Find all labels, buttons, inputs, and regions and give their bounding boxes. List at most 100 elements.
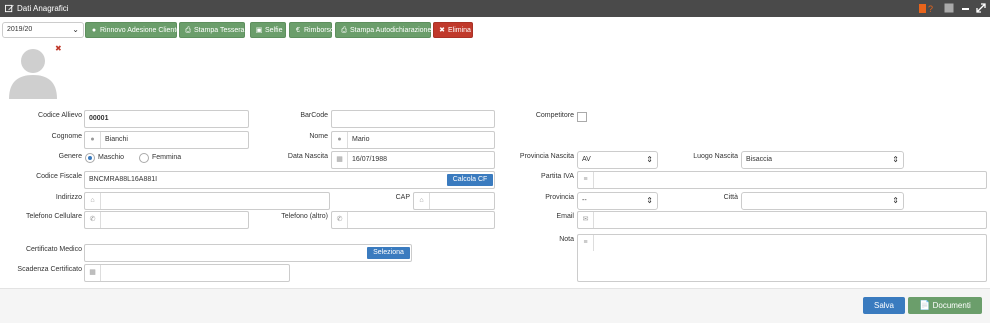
telefono-altro-label: Telefono (altro) [281, 213, 328, 220]
email-label: Email [556, 213, 574, 220]
genere-femmina-radio[interactable] [139, 153, 149, 163]
codice-fiscale-label: Codice Fiscale [36, 173, 82, 180]
data-nascita-label: Data Nascita [287, 153, 328, 160]
barcode-label: BarCode [300, 112, 328, 119]
book-help-icon[interactable]: ? [919, 3, 935, 14]
updown-icon: ⇕ [892, 196, 899, 205]
phone-icon: ✆ [85, 212, 101, 228]
partita-iva-input[interactable]: ≡ [577, 171, 987, 189]
cap-input[interactable]: ⌂ [413, 192, 495, 210]
luogo-nascita-value: Bisaccia [746, 156, 773, 163]
indirizzo-input[interactable]: ⌂ [84, 192, 330, 210]
document-icon: 📄 [919, 300, 931, 310]
print-icon: ⎙ [341, 27, 347, 34]
envelope-icon: ✉ [578, 212, 594, 228]
user-icon: ● [91, 27, 97, 34]
x-icon: ✖ [439, 27, 445, 34]
genere-label: Genere [58, 153, 82, 160]
remove-photo-icon[interactable]: ✖ [55, 44, 62, 53]
documenti-label: Documenti [932, 301, 971, 310]
cognome-label: Cognome [51, 133, 82, 140]
codice-allievo-input[interactable]: 00001 [84, 110, 249, 128]
rimborso-button[interactable]: € Rimborso [289, 22, 334, 38]
genere-femmina-label: Femmina [152, 154, 182, 161]
nome-label: Nome [309, 133, 328, 140]
edit-icon [5, 4, 14, 13]
documenti-button[interactable]: 📄 Documenti [908, 297, 982, 314]
stampa-tessera-button[interactable]: ⎙ Stampa Tessera [179, 22, 245, 38]
footer-bar [0, 288, 990, 323]
selfie-label: Selfie [265, 27, 283, 34]
list-icon: ≡ [578, 172, 594, 188]
data-nascita-input[interactable]: ▦ 16/07/1988 [331, 151, 495, 169]
provincia-nascita-value: AV [582, 156, 591, 163]
nota-label: Nota [559, 236, 574, 243]
genere-maschio-label: Maschio [98, 154, 125, 161]
provincia-nascita-select[interactable]: AV ⇕ [577, 151, 658, 169]
telefono-cellulare-input[interactable]: ✆ [84, 211, 249, 229]
email-input[interactable]: ✉ [577, 211, 987, 229]
euro-icon: € [296, 27, 300, 34]
certificato-medico-input[interactable] [84, 244, 412, 262]
telefono-altro-input[interactable]: ✆ [331, 211, 495, 229]
competitore-label: Competitore [535, 112, 574, 119]
partita-iva-label: Partita IVA [541, 173, 574, 180]
scadenza-certificato-input[interactable]: ▦ [84, 264, 290, 282]
certificato-medico-label: Certificato Medico [25, 246, 82, 253]
save-button[interactable]: Salva [863, 297, 905, 314]
square-icon[interactable] [944, 3, 954, 14]
seleziona-button[interactable]: Seleziona [367, 247, 410, 259]
codice-allievo-value: 00001 [89, 115, 109, 122]
stampa-tessera-label: Stampa Tessera [194, 27, 245, 34]
stampa-autodichiarazione-label: Stampa Autodichiarazione [350, 27, 432, 34]
rinnovo-adesione-button[interactable]: ● Rinnovo Adesione Cliente [85, 22, 181, 38]
provincia-value: -- [582, 197, 587, 204]
calendar-icon: ▦ [332, 152, 348, 168]
season-select-value: 2019/20 [7, 26, 33, 33]
luogo-nascita-select[interactable]: Bisaccia ⇕ [741, 151, 904, 169]
selfie-button[interactable]: ▣ Selfie [250, 22, 286, 38]
rimborso-label: Rimborso [304, 27, 334, 34]
codice-allievo-label: Codice Allievo [38, 112, 82, 119]
luogo-nascita-label: Luogo Nascita [693, 153, 738, 160]
home-icon: ⌂ [85, 193, 101, 209]
indirizzo-label: Indirizzo [55, 194, 82, 201]
codice-fiscale-value: BNCMRA88L16A881I [89, 176, 158, 183]
scadenza-certificato-label: Scadenza Certificato [17, 266, 82, 273]
codice-fiscale-input[interactable]: BNCMRA88L16A881I [84, 171, 495, 189]
updown-icon: ⇕ [646, 196, 653, 205]
list-icon: ≡ [578, 235, 594, 251]
elimina-button[interactable]: ✖ Elimina [433, 22, 473, 38]
stampa-autodichiarazione-button[interactable]: ⎙ Stampa Autodichiarazione [335, 22, 431, 38]
genere-maschio-radio[interactable] [85, 153, 95, 163]
chevron-down-icon: ⌄ [72, 25, 79, 34]
print-icon: ⎙ [185, 27, 191, 34]
window-titlebar: Dati Anagrafici ? [0, 0, 990, 17]
nota-textarea[interactable]: ≡ [577, 234, 987, 282]
updown-icon: ⇕ [646, 155, 653, 164]
phone-icon: ✆ [332, 212, 348, 228]
cap-label: CAP [395, 194, 410, 201]
citta-select[interactable]: ⇕ [741, 192, 904, 210]
calendar-icon: ▦ [85, 265, 101, 281]
nome-input[interactable]: ● Mario [331, 131, 495, 149]
provincia-label: Provincia [545, 194, 574, 201]
camera-icon: ▣ [255, 27, 263, 34]
provincia-nascita-label: Provincia Nascita [519, 153, 574, 160]
cognome-value: Bianchi [105, 136, 128, 143]
minimize-icon[interactable] [961, 3, 970, 14]
competitore-checkbox[interactable] [577, 112, 587, 122]
home-icon: ⌂ [414, 193, 430, 209]
provincia-select[interactable]: -- ⇕ [577, 192, 658, 210]
rinnovo-adesione-label: Rinnovo Adesione Cliente [100, 27, 181, 34]
expand-icon[interactable] [976, 3, 986, 14]
season-select[interactable]: 2019/20 ⌄ [2, 22, 84, 38]
avatar[interactable] [5, 43, 61, 99]
elimina-label: Elimina [448, 27, 471, 34]
barcode-input[interactable] [331, 110, 495, 128]
window-title: Dati Anagrafici [17, 4, 69, 13]
calcola-cf-button[interactable]: Calcola CF [447, 174, 493, 186]
user-icon: ● [332, 132, 348, 148]
svg-text:?: ? [928, 4, 933, 14]
cognome-input[interactable]: ● Bianchi [84, 131, 249, 149]
